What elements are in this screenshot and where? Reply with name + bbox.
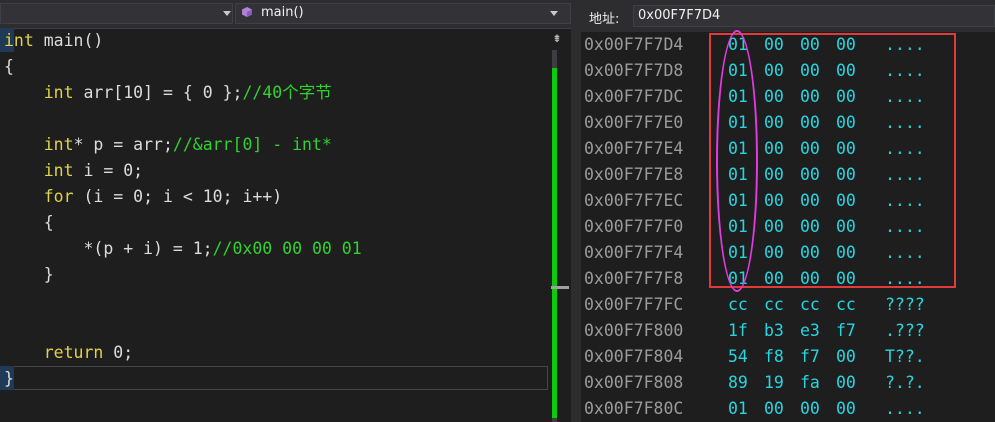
- function-dropdown[interactable]: main(): [235, 3, 571, 24]
- memory-address: 0x00F7F7F0: [584, 217, 684, 236]
- code-line: }: [4, 262, 54, 288]
- memory-ascii: T??.: [885, 347, 925, 366]
- code-keyword: int: [4, 31, 34, 50]
- memory-address: 0x00F7F80C: [584, 399, 684, 418]
- memory-row[interactable]: 0x00F7F808 89 19 fa 00?.?.: [581, 370, 995, 396]
- memory-byte[interactable]: 00: [836, 344, 856, 370]
- code-text: {: [4, 57, 14, 76]
- memory-byte[interactable]: 00: [800, 396, 820, 422]
- code-text: 0;: [103, 343, 134, 362]
- code-line: int i = 0;: [4, 158, 143, 184]
- code-line: int main(): [4, 28, 103, 54]
- memory-byte[interactable]: cc: [728, 292, 748, 318]
- cube-icon: [242, 7, 252, 17]
- navigation-bar: main(): [0, 0, 571, 29]
- code-keyword: for: [43, 187, 74, 206]
- memory-byte[interactable]: e3: [800, 318, 820, 344]
- code-keyword: int: [43, 135, 74, 154]
- memory-byte[interactable]: cc: [800, 292, 820, 318]
- chevron-down-icon: [550, 11, 558, 16]
- code-keyword: int: [43, 161, 74, 180]
- code-text: i = 0;: [73, 161, 144, 180]
- code-comment: //40个字节: [242, 83, 332, 102]
- code-comment: //&arr[0] - int*: [172, 135, 332, 154]
- memory-byte[interactable]: 89: [728, 370, 748, 396]
- memory-address: 0x00F7F7DC: [584, 87, 684, 106]
- memory-ascii: .???: [885, 321, 925, 340]
- memory-row[interactable]: 0x00F7F800 1f b3 e3 f7.???: [581, 318, 995, 344]
- code-line: return 0;: [4, 340, 133, 366]
- code-text: main(): [33, 31, 104, 50]
- pane-splitter[interactable]: [571, 0, 581, 422]
- memory-row[interactable]: 0x00F7F7FC cc cc cc cc????: [581, 292, 995, 318]
- code-text: *(p + i) = 1;: [4, 239, 213, 258]
- memory-ascii: ....: [885, 399, 925, 418]
- split-window-icon[interactable]: ⇟: [550, 29, 564, 47]
- memory-address: 0x00F7F7D4: [584, 35, 684, 54]
- memory-byte[interactable]: cc: [836, 292, 856, 318]
- memory-address: 0x00F7F7E8: [584, 165, 684, 184]
- code-text: {: [4, 213, 54, 232]
- scope-dropdown[interactable]: [0, 3, 233, 24]
- code-text: }: [4, 265, 54, 284]
- code-line: *(p + i) = 1;//0x00 00 00 01: [4, 236, 362, 262]
- memory-byte[interactable]: cc: [764, 292, 784, 318]
- memory-ascii: ?.?.: [885, 373, 925, 392]
- code-line: for (i = 0; i < 10; i++): [4, 184, 282, 210]
- code-text: arr[10] = { 0 };: [73, 83, 243, 102]
- code-text: }: [4, 369, 14, 388]
- code-line: int* p = arr;//&arr[0] - int*: [4, 132, 332, 158]
- code-text: (i = 0; i < 10; i++): [73, 187, 283, 206]
- memory-address: 0x00F7F7EC: [584, 191, 684, 210]
- highlight-ellipse-annotation: [716, 30, 758, 292]
- memory-byte[interactable]: 19: [764, 370, 784, 396]
- memory-byte[interactable]: f7: [800, 344, 820, 370]
- scrollbar-thumb[interactable]: [552, 68, 557, 418]
- memory-address: 0x00F7F804: [584, 347, 684, 366]
- memory-address: 0x00F7F7F8: [584, 269, 684, 288]
- memory-byte[interactable]: fa: [800, 370, 820, 396]
- memory-byte[interactable]: 1f: [728, 318, 748, 344]
- memory-address: 0x00F7F800: [584, 321, 684, 340]
- memory-address: 0x00F7F7F4: [584, 243, 684, 262]
- memory-byte[interactable]: 00: [764, 396, 784, 422]
- code-line: }: [4, 366, 14, 392]
- code-text-area[interactable]: int main(){ int arr[10] = { 0 };//40个字节 …: [0, 28, 548, 422]
- memory-address: 0x00F7F7D8: [584, 61, 684, 80]
- memory-byte[interactable]: f7: [836, 318, 856, 344]
- memory-byte[interactable]: b3: [764, 318, 784, 344]
- code-keyword: return: [43, 343, 104, 362]
- address-input[interactable]: 0x00F7F7D4: [633, 5, 995, 27]
- memory-row[interactable]: 0x00F7F804 54 f8 f7 00 T??.: [581, 344, 995, 370]
- code-line: {: [4, 54, 14, 80]
- memory-address: 0x00F7F7FC: [584, 295, 684, 314]
- address-label: 地址:: [589, 12, 620, 27]
- memory-byte[interactable]: 01: [728, 396, 748, 422]
- chevron-down-icon: [223, 11, 231, 16]
- address-bar: 地址: 0x00F7F7D4: [581, 0, 995, 32]
- code-line: int arr[10] = { 0 };//40个字节: [4, 80, 332, 106]
- memory-address: 0x00F7F7E0: [584, 113, 684, 132]
- memory-byte[interactable]: 54: [728, 344, 748, 370]
- memory-address: 0x00F7F808: [584, 373, 684, 392]
- code-comment: //0x00 00 00 01: [212, 239, 362, 258]
- memory-byte[interactable]: 00: [836, 370, 856, 396]
- memory-byte[interactable]: f8: [764, 344, 784, 370]
- scrollbar-caret-marker: [551, 286, 569, 289]
- code-keyword: int: [43, 83, 74, 102]
- memory-ascii: ????: [885, 295, 925, 314]
- code-line: {: [4, 210, 54, 236]
- memory-address: 0x00F7F7E4: [584, 139, 684, 158]
- editor-vertical-scrollbar[interactable]: [552, 50, 557, 422]
- function-dropdown-label: main(): [261, 5, 304, 20]
- code-editor-pane[interactable]: main() int main(){ int arr[10] = { 0 };/…: [0, 0, 571, 422]
- code-text: * p = arr;: [73, 135, 173, 154]
- memory-row[interactable]: 0x00F7F80C 01 00 00 00....: [581, 396, 995, 422]
- memory-byte[interactable]: 00: [836, 396, 856, 422]
